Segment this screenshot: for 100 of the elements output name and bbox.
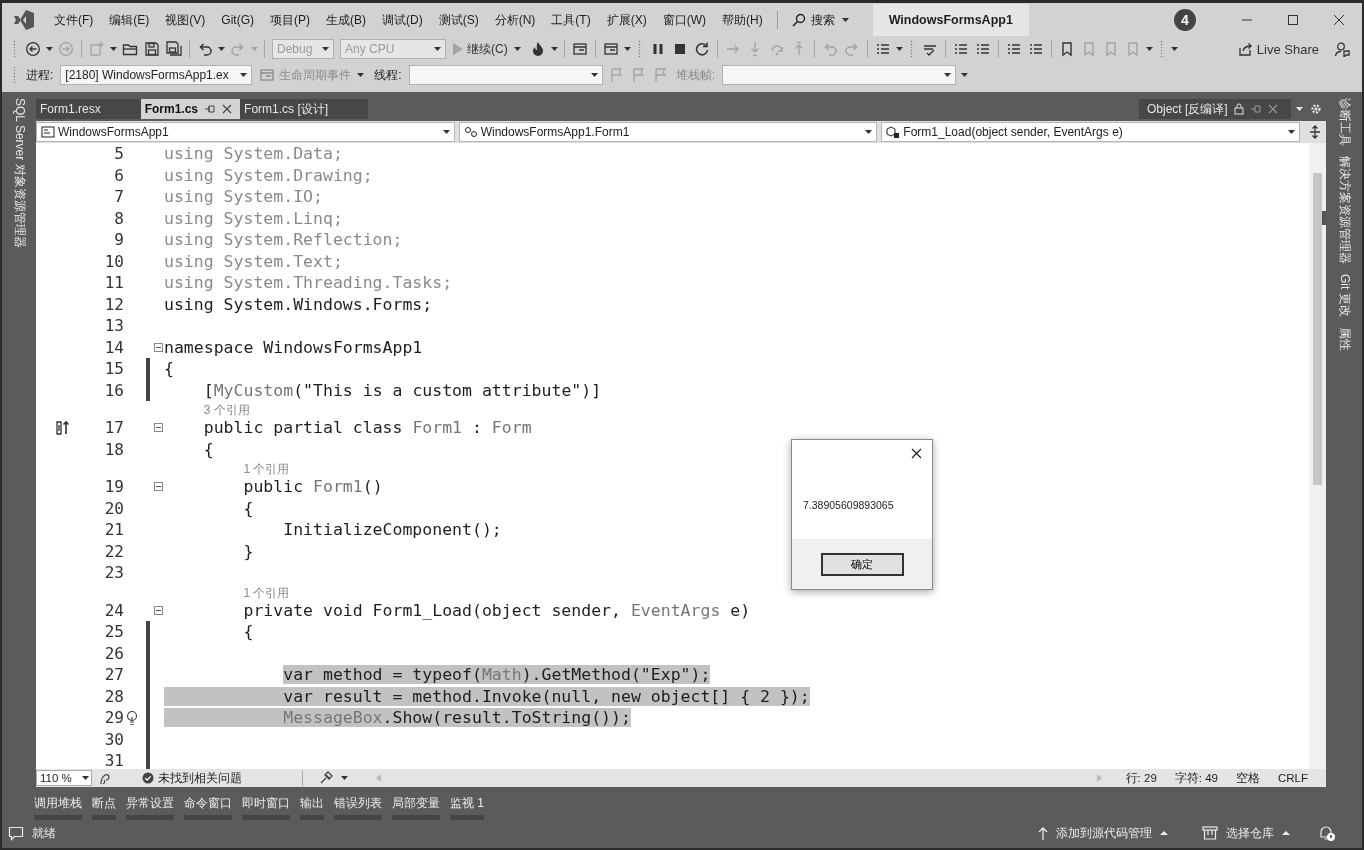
menu-item[interactable]: 工具(T) [543,11,599,29]
side-panel-tab[interactable]: SQL Server 对象资源管理器 [10,98,28,248]
side-panel-tab[interactable]: 解决方案资源管理器 [1335,156,1353,264]
menu-item[interactable]: 调试(D) [374,11,431,29]
toolbar-grip[interactable] [13,40,17,58]
tool-window-tab[interactable]: 监视 1 [450,795,484,820]
issues-status[interactable]: 未找到相关问题 [158,770,302,786]
reference-count-link[interactable]: 1 个引用 [243,462,290,476]
feedback-icon[interactable] [1334,41,1350,57]
line-ending-indicator[interactable]: CRLF [1277,772,1308,784]
repository-button[interactable]: 选择仓库 [1196,823,1296,843]
list-icon[interactable] [974,41,991,57]
document-tab[interactable]: Form1.cs [140,99,241,119]
tool-window-tab[interactable]: 输出 [300,795,324,820]
menu-item[interactable]: 项目(P) [262,11,318,29]
line-indicator[interactable]: 行: 29 [1125,770,1157,786]
line-number: 9 [113,230,124,250]
collapse-icon[interactable] [154,342,163,352]
document-tab[interactable]: Form1.cs [设计] [240,99,369,119]
tool-window-tab[interactable]: 命令窗口 [184,795,232,820]
save-all-icon[interactable] [166,41,182,57]
tool-window-tab[interactable]: 异常设置 [126,795,174,820]
close-icon[interactable] [911,448,922,459]
collapse-icon[interactable] [154,605,163,615]
window-icon[interactable] [602,41,619,57]
reference-count-link[interactable]: 1 个引用 [243,585,290,600]
toolbar-grip[interactable] [909,40,914,58]
back-icon[interactable] [25,41,41,57]
document-tab[interactable]: Object [反编译] [1139,99,1291,119]
zoom-dropdown[interactable]: 110 % [36,770,92,786]
notification-bell-icon[interactable] [1318,824,1336,842]
pin-icon[interactable] [1249,103,1262,115]
search-button[interactable]: 搜索 [783,11,859,29]
menu-item[interactable]: 文件(F) [46,11,102,29]
menu-item[interactable]: 视图(V) [157,11,214,29]
continue-button[interactable]: 继续(C) [449,40,527,58]
navigation-dropdown[interactable]: Form1_Load(object sender, EventArgs e) [881,122,1300,142]
tool-window-tab[interactable]: 错误列表 [334,795,382,820]
maximize-icon[interactable] [1287,14,1299,26]
settings-icon[interactable] [1310,103,1322,115]
process-dropdown[interactable]: [2180] WindowsFormsApp1.ex [60,65,253,85]
column-indicator[interactable]: 字符: 49 [1174,770,1218,786]
vertical-scrollbar[interactable] [1309,143,1326,769]
menu-item[interactable]: 扩展(X) [598,11,655,29]
collapse-icon[interactable] [154,423,163,433]
message-text: 7.38905609893065 [803,499,895,511]
menu-item[interactable]: Git(G) [213,13,262,27]
lightbulb-icon[interactable] [126,709,138,726]
caret-icon [442,130,450,134]
brush-icon[interactable] [319,771,333,785]
source-control-button[interactable]: 添加到源代码管理 [1032,823,1174,843]
window-icon[interactable] [571,41,588,57]
ok-button[interactable]: 确定 [820,552,904,576]
share-icon [1236,41,1253,57]
indent-indicator[interactable]: 空格 [1235,770,1260,786]
restart-icon[interactable] [693,41,710,57]
scrollbar-thumb[interactable] [1313,173,1322,485]
close-icon[interactable] [1333,14,1345,26]
code-line: using System.Linq; [164,208,343,228]
reference-count-link[interactable]: 3 个引用 [203,403,250,417]
caret-icon [218,47,225,51]
tool-window-tab[interactable]: 调用堆栈 [34,795,82,820]
comment-icon[interactable] [8,825,24,841]
check-circle-icon[interactable] [142,772,154,784]
side-panel-tab[interactable]: 诊断工具 [1335,98,1353,146]
document-tab[interactable]: Form1.resx [36,99,141,119]
side-panel-tab[interactable]: 属性 [1335,326,1353,351]
list-icon[interactable] [874,41,891,57]
save-icon[interactable] [144,41,160,57]
list-icon[interactable] [952,41,969,57]
undo-icon[interactable] [197,41,213,57]
split-icon[interactable] [1308,125,1322,139]
tool-window-tab[interactable]: 即时窗口 [242,795,290,820]
code-line: { [202,439,214,459]
menu-item[interactable]: 生成(B) [318,11,374,29]
close-icon[interactable] [222,104,233,114]
side-panel-tab[interactable]: Git 更改 [1335,274,1353,317]
menu-item[interactable]: 编辑(E) [101,11,158,29]
collapse-icon[interactable] [154,482,163,492]
line-number: 29 [103,708,124,728]
navigation-dropdown[interactable]: WindowsFormsApp1 [36,122,455,142]
folder-icon[interactable] [122,41,138,57]
caret-up-icon [1160,831,1168,835]
live-share-button[interactable]: Live Share [1232,41,1323,57]
pin-icon[interactable] [204,103,217,115]
menu-item[interactable]: 窗口(W) [654,11,714,29]
navigation-dropdown[interactable]: WindowsFormsApp1.Form1 [458,122,878,142]
toolbar-grip[interactable] [13,66,17,84]
project-icon [41,125,55,139]
list-icon[interactable] [1005,41,1022,57]
list-icon[interactable] [1027,41,1044,57]
menu-item[interactable]: 测试(S) [430,11,487,29]
toolbar-grip[interactable] [637,40,642,58]
arrows-icon[interactable] [56,419,70,436]
menu-item[interactable]: 分析(N) [486,11,544,29]
tool-window-tab[interactable]: 局部变量 [392,795,440,820]
line-number: 13 [103,316,124,336]
tool-window-tab[interactable]: 断点 [92,795,116,820]
menu-item[interactable]: 帮助(H) [714,11,771,29]
toolbar-grip[interactable] [1159,40,1164,58]
